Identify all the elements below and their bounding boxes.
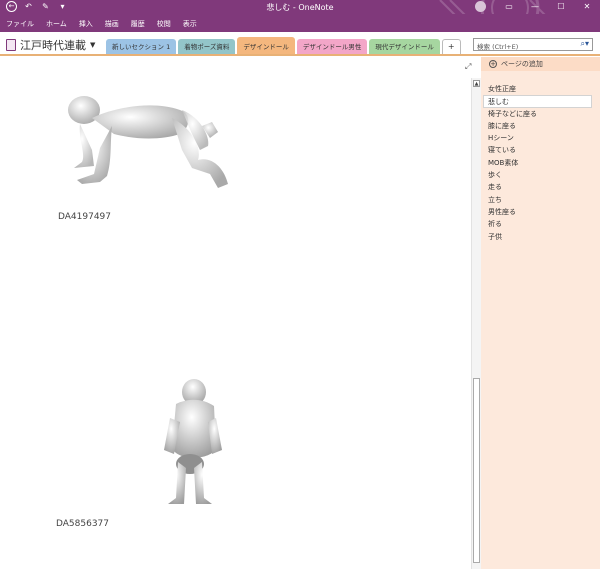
image-caption: DA5856377	[56, 519, 110, 529]
page-item[interactable]: 歩く	[481, 169, 600, 181]
section-tab-design-doll-male[interactable]: デザインドール男性	[296, 39, 368, 54]
tab-draw[interactable]: 描画	[105, 14, 126, 29]
page-item[interactable]: 椅子などに座る	[481, 108, 600, 120]
page-item[interactable]: MOB素体	[481, 157, 600, 169]
close-button[interactable]: ✕	[574, 0, 600, 14]
page-list-pane: + ページの追加 女性正座 悲しむ 椅子などに座る 膝に座る Hシーン 寝ている…	[481, 57, 600, 569]
section-tab-new-section[interactable]: 新しいセクション 1	[106, 39, 177, 54]
search-input[interactable]: 検索 (Ctrl+E) ⌕▾	[473, 38, 593, 51]
page-item[interactable]: 寝ている	[481, 144, 600, 156]
page-item[interactable]: 女性正座	[481, 83, 600, 95]
tab-home[interactable]: ホーム	[46, 14, 74, 29]
page-item[interactable]: 悲しむ	[483, 95, 592, 108]
vertical-scrollbar[interactable]: ▲	[471, 78, 481, 569]
section-tabs: 新しいセクション 1 着物ポーズ資料 デザインドール デザインドール男性 現代デ…	[106, 37, 461, 54]
tab-insert[interactable]: 挿入	[79, 14, 100, 29]
scroll-up-icon[interactable]: ▲	[473, 80, 480, 87]
section-tab-design-doll[interactable]: デザインドール	[237, 37, 295, 54]
page-item[interactable]: 子供	[481, 231, 600, 243]
mannequin-crawling-image	[68, 96, 228, 188]
expand-page-icon[interactable]: ⤢	[465, 62, 471, 72]
page-item[interactable]: 祈る	[481, 218, 600, 230]
page-item[interactable]: 走る	[481, 181, 600, 193]
tab-history[interactable]: 履歴	[131, 14, 152, 29]
page-item[interactable]: 男性座る	[481, 206, 600, 218]
notebook-bar: 江戸時代連載 ▼ 新しいセクション 1 着物ポーズ資料 デザインドール デザイン…	[0, 32, 600, 56]
section-tab-modern-design-doll[interactable]: 現代デザインドール	[369, 39, 440, 54]
mannequin-crouching-image	[164, 379, 222, 504]
maximize-button[interactable]: ☐	[548, 0, 574, 14]
tab-file[interactable]: ファイル	[6, 14, 41, 29]
window-controls: ? ▭ — ☐ ✕	[470, 0, 600, 14]
notebook-name: 江戸時代連載	[20, 39, 86, 52]
search-placeholder: 検索 (Ctrl+E)	[477, 43, 519, 51]
scrollbar-thumb[interactable]	[473, 378, 480, 563]
tab-review[interactable]: 校閲	[157, 14, 178, 29]
page-item[interactable]: 立ち	[481, 194, 600, 206]
notebook-selector[interactable]: 江戸時代連載 ▼	[6, 37, 95, 53]
add-icon: +	[489, 60, 497, 68]
add-page-button[interactable]: + ページの追加	[481, 57, 600, 71]
page-list: 女性正座 悲しむ 椅子などに座る 膝に座る Hシーン 寝ている MOB素体 歩く…	[481, 83, 600, 243]
ribbon-tabs: ファイル ホーム 挿入 描画 履歴 校閲 表示	[0, 14, 600, 32]
search-icon[interactable]: ⌕▾	[581, 39, 590, 49]
ribbon-display-icon[interactable]: ▭	[496, 0, 522, 14]
tab-view[interactable]: 表示	[183, 14, 204, 29]
page-item[interactable]: 膝に座る	[481, 120, 600, 132]
image-caption: DA4197497	[58, 212, 112, 222]
page-item[interactable]: Hシーン	[481, 132, 600, 144]
chevron-down-icon: ▼	[90, 41, 96, 49]
section-tab-kimono-poses[interactable]: 着物ポーズ資料	[178, 39, 236, 54]
notebook-icon	[6, 39, 16, 51]
add-section-button[interactable]: +	[441, 39, 461, 54]
minimize-button[interactable]: —	[522, 0, 548, 14]
add-page-label: ページの追加	[501, 60, 543, 68]
title-bar: ← ↶ ✎ ▾ 悲しむ - OneNote ? ▭ — ☐ ✕	[0, 0, 600, 38]
